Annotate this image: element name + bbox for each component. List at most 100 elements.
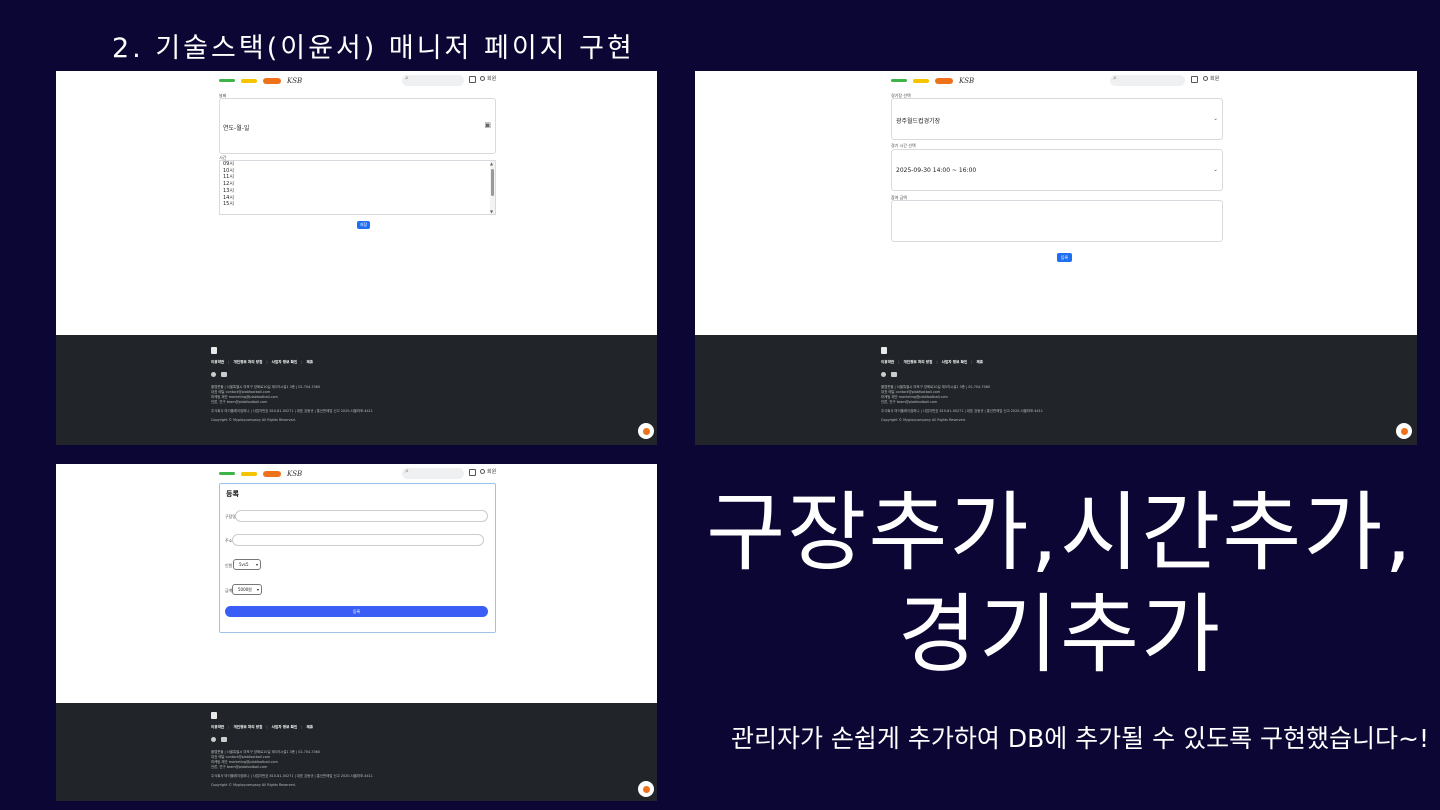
chat-button[interactable] bbox=[1396, 423, 1412, 439]
footer-link[interactable]: 사업자 정보 확인 bbox=[272, 360, 298, 365]
stadium-value: 광주월드컵경기장 bbox=[896, 118, 941, 125]
footer-link[interactable]: 사업자 정보 확인 bbox=[272, 725, 298, 730]
logo-icon bbox=[891, 79, 907, 82]
user-icon bbox=[480, 469, 485, 474]
chevron-down-icon: ▾ bbox=[255, 562, 258, 567]
chat-icon bbox=[1400, 427, 1408, 435]
footer-link[interactable]: 이용약관 bbox=[881, 360, 894, 365]
time-listbox[interactable]: 09시 10시 11시 12시 13시 14시 15시 ▲ ▼ bbox=[219, 160, 496, 215]
instagram-icon[interactable] bbox=[881, 372, 886, 377]
logo-icon bbox=[913, 78, 929, 83]
price-input[interactable] bbox=[891, 200, 1223, 242]
price-select[interactable]: 5000원 ▾ bbox=[232, 584, 262, 595]
submit-button[interactable]: 등록 bbox=[1057, 253, 1072, 262]
site-footer: 이용약관 | 개인정보 처리 방침 | 사업자 정보 확인 | 제휴 플랩풋볼 | 서… bbox=[56, 703, 657, 801]
scrollbar[interactable]: ▲ ▼ bbox=[490, 161, 495, 214]
list-item[interactable]: 15시 bbox=[220, 201, 495, 208]
footer-company: 주식회사 마이플레이컴퍼니 | 사업자번호 810-81-00271 | 대표 … bbox=[211, 409, 373, 413]
register-button[interactable]: 등록 bbox=[225, 606, 488, 617]
description: 관리자가 손쉽게 추가하여 DB에 추가될 수 있도록 구현했습니다~! bbox=[730, 724, 1429, 753]
calendar-icon[interactable] bbox=[1191, 76, 1198, 83]
user-icon bbox=[480, 76, 485, 81]
footer-link[interactable]: 사업자 정보 확인 bbox=[942, 360, 968, 365]
chat-button[interactable] bbox=[638, 781, 654, 797]
screenshot-time-manager: KSB ⌕ 회원 날짜 연도-월-일 ▣ 시간 09시 10시 11시 12시 … bbox=[56, 71, 657, 445]
logo-icon bbox=[241, 471, 257, 476]
logo-icon bbox=[263, 77, 281, 84]
youtube-icon[interactable] bbox=[891, 372, 897, 377]
stadium-name-input[interactable] bbox=[235, 510, 488, 522]
footer-link[interactable]: 제휴 bbox=[977, 360, 984, 365]
user-label: 회원 bbox=[1210, 76, 1220, 82]
chat-icon bbox=[642, 427, 650, 435]
screenshot-stadium-manager: KSB ⌕ 회원 등록 구장명 주소 인원 5vs5 ▾ 금액 5000원 ▾ … bbox=[56, 464, 657, 801]
match-time-value: 2025-09-30 14:00 ~ 16:00 bbox=[896, 167, 977, 174]
youtube-icon[interactable] bbox=[221, 737, 227, 742]
calendar-icon[interactable] bbox=[469, 469, 476, 476]
footer-company: 주식회사 마이플레이컴퍼니 | 사업자번호 810-81-00271 | 대표 … bbox=[881, 409, 1043, 413]
footer-link[interactable]: 제휴 bbox=[307, 360, 314, 365]
site-header: KSB ⌕ 회원 bbox=[56, 74, 657, 86]
chat-button[interactable] bbox=[638, 423, 654, 439]
list-item[interactable]: 14시 bbox=[220, 195, 495, 202]
scrollbar-thumb[interactable] bbox=[491, 169, 494, 196]
logo-text: KSB bbox=[287, 76, 303, 85]
footer-company: 주식회사 마이플레이컴퍼니 | 사업자번호 810-81-00271 | 대표 … bbox=[211, 774, 373, 778]
match-time-select[interactable]: 2025-09-30 14:00 ~ 16:00 ⌄ bbox=[891, 149, 1223, 191]
date-input[interactable]: 연도-월-일 ▣ bbox=[219, 98, 496, 154]
chevron-down-icon: ⌄ bbox=[1212, 166, 1218, 173]
search-input[interactable]: ⌕ bbox=[402, 467, 464, 479]
list-item[interactable]: 11시 bbox=[220, 174, 495, 181]
player-count-value: 5vs5 bbox=[239, 562, 249, 567]
logo-icon bbox=[219, 79, 235, 82]
calendar-icon[interactable] bbox=[469, 76, 476, 83]
footer-link[interactable]: 제휴 bbox=[307, 725, 314, 730]
list-item[interactable]: 10시 bbox=[220, 168, 495, 175]
player-count-select[interactable]: 5vs5 ▾ bbox=[233, 559, 261, 570]
logo-text: KSB bbox=[287, 469, 303, 478]
site-header: KSB ⌕ 회원 bbox=[695, 74, 1417, 86]
player-count-label: 인원 bbox=[225, 563, 233, 568]
user-menu[interactable]: 회원 bbox=[480, 75, 496, 82]
list-item[interactable]: 13시 bbox=[220, 188, 495, 195]
youtube-icon[interactable] bbox=[221, 372, 227, 377]
address-input[interactable] bbox=[232, 534, 484, 546]
arrow-down-icon[interactable]: ▼ bbox=[490, 209, 493, 214]
search-input[interactable]: ⌕ bbox=[1110, 74, 1185, 86]
headline: 구장추가,시간추가,경기추가 bbox=[706, 483, 1414, 685]
save-button[interactable]: 저장 bbox=[357, 221, 370, 229]
list-item[interactable]: 09시 bbox=[220, 161, 495, 168]
footer-logo-icon bbox=[211, 712, 217, 719]
brand-logos[interactable]: KSB bbox=[219, 75, 302, 86]
stadium-select[interactable]: 광주월드컵경기장 ⌄ bbox=[891, 98, 1223, 140]
card-title: 등록 bbox=[226, 490, 239, 498]
arrow-up-icon[interactable]: ▲ bbox=[490, 161, 493, 166]
brand-logos[interactable]: KSB bbox=[891, 75, 974, 86]
chevron-down-icon: ⌄ bbox=[1212, 115, 1218, 122]
calendar-icon[interactable]: ▣ bbox=[484, 121, 491, 129]
user-label: 회원 bbox=[487, 469, 497, 475]
instagram-icon[interactable] bbox=[211, 737, 216, 742]
search-icon: ⌕ bbox=[405, 467, 409, 475]
search-icon: ⌕ bbox=[405, 74, 409, 82]
footer-link[interactable]: 개인정보 처리 방침 bbox=[233, 360, 262, 365]
brand-logos[interactable]: KSB bbox=[219, 468, 302, 479]
footer-link[interactable]: 개인정보 처리 방침 bbox=[233, 725, 262, 730]
price-value: 5000원 bbox=[238, 587, 252, 592]
footer-link[interactable]: 이용약관 bbox=[211, 360, 224, 365]
instagram-icon[interactable] bbox=[211, 372, 216, 377]
footer-copyright: Copyright © Myplaycompany All Rights Res… bbox=[211, 783, 296, 787]
stadium-form-card: 등록 구장명 주소 인원 5vs5 ▾ 금액 5000원 ▾ 등록 bbox=[219, 483, 496, 633]
user-menu[interactable]: 회원 bbox=[1203, 75, 1219, 82]
user-label: 회원 bbox=[487, 76, 497, 82]
list-item[interactable]: 12시 bbox=[220, 181, 495, 188]
logo-icon bbox=[241, 78, 257, 83]
search-icon: ⌕ bbox=[1113, 74, 1117, 82]
footer-link[interactable]: 이용약관 bbox=[211, 725, 224, 730]
footer-copyright: Copyright © Myplaycompany All Rights Res… bbox=[881, 418, 966, 422]
site-header: KSB ⌕ 회원 bbox=[56, 467, 657, 479]
footer-link[interactable]: 개인정보 처리 방침 bbox=[903, 360, 932, 365]
user-menu[interactable]: 회원 bbox=[480, 468, 496, 475]
search-input[interactable]: ⌕ bbox=[402, 74, 464, 86]
logo-icon bbox=[219, 472, 235, 475]
